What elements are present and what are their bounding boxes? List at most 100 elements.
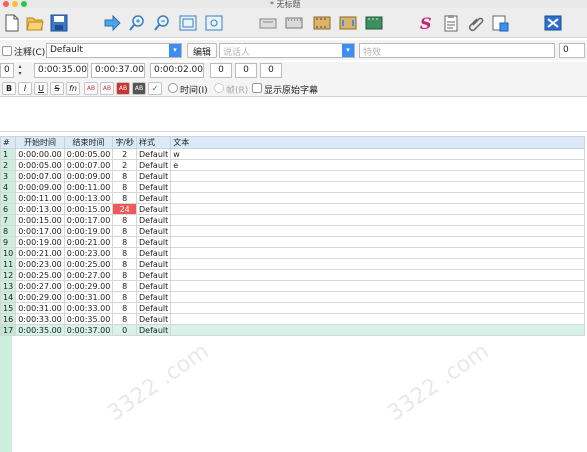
start-time-field[interactable]: 0:00:35.00 <box>34 63 88 78</box>
text-cell <box>170 280 585 292</box>
margin-right-field[interactable]: 0 <box>235 63 257 78</box>
style-cell: Default <box>136 148 172 160</box>
end-time-cell: 0:00:13.00 <box>63 192 114 204</box>
show-original-checkbox[interactable] <box>252 83 262 93</box>
italic-button[interactable]: I <box>18 82 32 95</box>
commit-icon[interactable]: ✓ <box>148 82 162 95</box>
style-cell: Default <box>136 302 172 314</box>
layer-spin-field[interactable]: 0 <box>0 63 14 78</box>
table-row[interactable]: 13 0:00:27.00 0:00:29.00 8 Default <box>0 280 585 292</box>
table-row[interactable]: 15 0:00:31.00 0:00:33.00 8 Default <box>0 302 585 314</box>
style-cell: Default <box>136 258 172 270</box>
frame-icon[interactable] <box>178 12 198 34</box>
frame-radio[interactable] <box>214 83 224 93</box>
bold-button[interactable]: B <box>2 82 16 95</box>
attach-icon[interactable] <box>466 12 486 34</box>
export-icon[interactable] <box>490 12 510 34</box>
grid-header-row: # 开始时间 结束时间 字/秒 样式 文本 <box>0 136 585 149</box>
shadow-color-button[interactable]: AB <box>132 82 146 95</box>
table-row[interactable]: 6 0:00:13.00 0:00:15.00 24 Default <box>0 203 585 215</box>
help-icon[interactable] <box>543 12 563 34</box>
start-time-cell: 0:00:09.00 <box>15 181 65 193</box>
row-index: 6 <box>0 203 17 215</box>
time-radio[interactable] <box>168 83 178 93</box>
table-row[interactable]: 16 0:00:33.00 0:00:35.00 8 Default <box>0 313 585 325</box>
properties-icon[interactable] <box>441 12 461 34</box>
style-s-icon[interactable]: S <box>415 12 435 34</box>
margin-vertical-field[interactable]: 0 <box>260 63 282 78</box>
table-row[interactable]: 4 0:00:09.00 0:00:11.00 8 Default <box>0 181 585 193</box>
arrow-right-icon[interactable] <box>102 12 122 34</box>
edit-style-button[interactable]: 编辑 <box>187 43 218 58</box>
duration-field[interactable]: 0:00:02.00 <box>150 63 204 78</box>
primary-color-button[interactable]: AB <box>84 82 98 95</box>
timeline-icon[interactable] <box>338 12 358 34</box>
subtitle-text-editor[interactable] <box>0 98 587 132</box>
new-file-icon[interactable] <box>2 12 22 34</box>
zoom-in-icon[interactable] <box>127 12 147 34</box>
font-button[interactable]: fn <box>66 82 80 95</box>
margin-left-field[interactable]: 0 <box>210 63 232 78</box>
strike-button[interactable]: S <box>50 82 64 95</box>
table-row[interactable]: 17 0:00:35.00 0:00:37.00 0 Default <box>0 324 585 336</box>
start-time-cell: 0:00:19.00 <box>15 236 65 248</box>
style-combo[interactable]: Default ▾ <box>46 43 182 58</box>
end-time-field[interactable]: 0:00:37.00 <box>91 63 145 78</box>
row-index: 5 <box>0 192 17 204</box>
chevron-down-icon[interactable]: ▾ <box>342 44 354 57</box>
table-row[interactable]: 7 0:00:15.00 0:00:17.00 8 Default <box>0 214 585 226</box>
zoom-out-icon[interactable] <box>152 12 172 34</box>
comment-checkbox[interactable] <box>2 46 12 56</box>
outline-color-button[interactable]: AB <box>116 82 130 95</box>
end-time-cell: 0:00:33.00 <box>63 302 114 314</box>
timing-icon[interactable] <box>258 12 278 34</box>
end-time-cell: 0:00:07.00 <box>63 159 114 171</box>
table-row[interactable]: 14 0:00:29.00 0:00:31.00 8 Default <box>0 291 585 303</box>
text-cell <box>170 291 585 303</box>
table-row[interactable]: 5 0:00:11.00 0:00:13.00 8 Default <box>0 192 585 204</box>
text-cell <box>170 258 585 270</box>
film-green-icon[interactable] <box>364 12 384 34</box>
style-cell: Default <box>136 247 172 259</box>
table-row[interactable]: 9 0:00:19.00 0:00:21.00 8 Default <box>0 236 585 248</box>
frame-alt-icon[interactable] <box>204 12 224 34</box>
header-cps[interactable]: 字/秒 <box>112 136 138 149</box>
table-row[interactable]: 3 0:00:07.00 0:00:09.00 8 Default <box>0 170 585 182</box>
start-time-cell: 0:00:25.00 <box>15 269 65 281</box>
open-folder-icon[interactable] <box>25 12 45 34</box>
end-time-cell: 0:00:19.00 <box>63 225 114 237</box>
table-row[interactable]: 8 0:00:17.00 0:00:19.00 8 Default <box>0 225 585 237</box>
style-cell: Default <box>136 269 172 281</box>
header-text[interactable]: 文本 <box>170 136 585 149</box>
minimize-window-button[interactable] <box>12 1 18 7</box>
save-icon[interactable] <box>49 12 69 34</box>
end-time-cell: 0:00:17.00 <box>63 214 114 226</box>
film-icon[interactable] <box>284 12 304 34</box>
header-style[interactable]: 样式 <box>136 136 172 149</box>
cps-cell: 8 <box>112 302 138 314</box>
layer-field[interactable]: 0 <box>559 43 585 58</box>
table-row[interactable]: 1 0:00:00.00 0:00:05.00 2 Default w <box>0 148 585 160</box>
cps-cell: 8 <box>112 225 138 237</box>
table-row[interactable]: 2 0:00:05.00 0:00:07.00 2 Default e <box>0 159 585 171</box>
end-time-cell: 0:00:11.00 <box>63 181 114 193</box>
header-start[interactable]: 开始时间 <box>15 136 65 149</box>
header-index[interactable]: # <box>0 136 17 149</box>
layer-stepper[interactable]: ▴ ▾ <box>16 63 24 78</box>
secondary-color-button[interactable]: AB <box>100 82 114 95</box>
maximize-window-button[interactable] <box>21 1 27 7</box>
effect-field[interactable]: 特效 <box>359 43 555 58</box>
table-row[interactable]: 10 0:00:21.00 0:00:23.00 8 Default <box>0 247 585 259</box>
start-time-cell: 0:00:17.00 <box>15 225 65 237</box>
film-alt-icon[interactable] <box>312 12 332 34</box>
table-row[interactable]: 11 0:00:23.00 0:00:25.00 8 Default <box>0 258 585 270</box>
table-row[interactable]: 12 0:00:25.00 0:00:27.00 8 Default <box>0 269 585 281</box>
close-window-button[interactable] <box>3 1 9 7</box>
underline-button[interactable]: U <box>34 82 48 95</box>
header-end[interactable]: 结束时间 <box>63 136 114 149</box>
chevron-down-icon[interactable]: ▾ <box>169 44 181 57</box>
cps-cell: 2 <box>112 159 138 171</box>
actor-combo[interactable]: 说话人 ▾ <box>219 43 355 58</box>
comment-label: 注释(C) <box>14 48 46 58</box>
row-index: 8 <box>0 225 17 237</box>
